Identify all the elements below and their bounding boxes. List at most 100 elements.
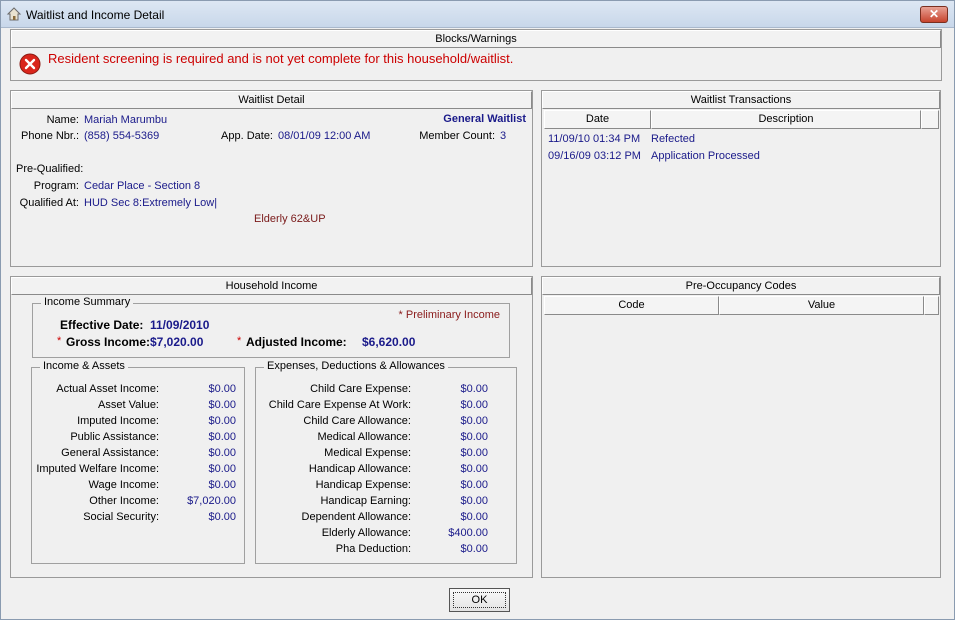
- column-value[interactable]: Value: [719, 296, 924, 315]
- transaction-date: 11/09/10 01:34 PM: [548, 133, 641, 145]
- expense-value: $0.00: [460, 415, 488, 427]
- column-code[interactable]: Code: [544, 296, 719, 315]
- effective-date-value: 11/09/2010: [150, 318, 210, 332]
- transaction-description: Application Processed: [651, 150, 760, 162]
- expense-value: $0.00: [460, 447, 488, 459]
- expenses-group: Expenses, Deductions & Allowances Child …: [255, 360, 517, 564]
- name-value: Mariah Marumbu: [84, 114, 168, 126]
- income-asset-value: $0.00: [208, 463, 236, 475]
- waitlist-transactions-panel: Waitlist Transactions Date Description 1…: [541, 90, 941, 267]
- effective-date-label: Effective Date:: [60, 318, 144, 332]
- expense-value: $0.00: [460, 431, 488, 443]
- income-asset-label: Actual Asset Income:: [56, 383, 159, 395]
- adjusted-income-value: $6,620.00: [362, 335, 416, 349]
- income-asset-label: General Assistance:: [61, 447, 159, 459]
- table-row[interactable]: 09/16/09 03:12 PM Application Processed: [548, 150, 928, 166]
- elderly-preference: Elderly 62&UP: [254, 213, 326, 225]
- expense-label: Medical Expense:: [324, 447, 411, 459]
- income-assets-title: Income & Assets: [40, 360, 128, 372]
- program-value: Cedar Place - Section 8: [84, 180, 201, 192]
- gross-income-label: Gross Income:: [66, 335, 151, 349]
- expense-label: Handicap Expense:: [315, 479, 411, 491]
- expense-label: Child Care Expense:: [310, 383, 411, 395]
- income-asset-value: $0.00: [208, 479, 236, 491]
- expense-label: Handicap Earning:: [320, 495, 411, 507]
- adjusted-income-label: Adjusted Income:: [246, 335, 347, 349]
- gross-income-star: *: [57, 335, 62, 347]
- ok-button[interactable]: OK: [449, 588, 510, 612]
- close-button[interactable]: ✕: [920, 6, 948, 23]
- income-assets-group: Income & Assets Actual Asset Income: $0.0…: [31, 360, 245, 564]
- income-asset-value: $0.00: [208, 415, 236, 427]
- column-description[interactable]: Description: [651, 110, 921, 129]
- waitlist-detail-panel: Waitlist Detail Name: Mariah Marumbu Gen…: [10, 90, 533, 267]
- column-filler: [921, 110, 939, 129]
- expense-label: Medical Allowance:: [317, 431, 411, 443]
- qualified-value: HUD Sec 8:Extremely Low|: [84, 197, 218, 209]
- income-asset-value: $0.00: [208, 447, 236, 459]
- income-asset-value: $0.00: [208, 511, 236, 523]
- phone-label: Phone Nbr.:: [21, 130, 80, 142]
- expense-label: Dependent Allowance:: [301, 511, 411, 523]
- name-label: Name:: [46, 114, 79, 126]
- preliminary-note: * Preliminary Income: [398, 309, 500, 321]
- home-icon: [6, 7, 22, 21]
- household-income-header: Household Income: [11, 277, 532, 295]
- close-icon: ✕: [928, 7, 940, 21]
- blocks-warnings-header: Blocks/Warnings: [11, 30, 941, 48]
- expense-value: $0.00: [460, 479, 488, 491]
- program-label: Program:: [33, 180, 79, 192]
- income-summary-group: Income Summary * Preliminary Income Effe…: [32, 296, 510, 358]
- app-date-label: App. Date:: [221, 130, 273, 142]
- gross-income-value: $7,020.00: [150, 335, 204, 349]
- expense-value: $0.00: [460, 399, 488, 411]
- income-asset-label: Asset Value:: [98, 399, 159, 411]
- expense-label: Elderly Allowance:: [321, 527, 411, 539]
- income-asset-label: Public Assistance:: [70, 431, 159, 443]
- expense-label: Child Care Allowance:: [303, 415, 411, 427]
- blocks-warnings-panel: Blocks/Warnings Resident screening is re…: [10, 29, 942, 81]
- income-summary-title: Income Summary: [41, 296, 134, 308]
- transaction-description: Refected: [651, 133, 696, 145]
- transactions-header: Waitlist Transactions: [542, 91, 940, 109]
- income-asset-label: Imputed Income:: [77, 415, 159, 427]
- household-income-panel: Household Income Income Summary * Prelim…: [10, 276, 533, 578]
- dialog-window: Waitlist and Income Detail ✕ Blocks/Warn…: [0, 0, 955, 620]
- app-date-value: 08/01/09 12:00 AM: [278, 130, 371, 142]
- title-bar[interactable]: Waitlist and Income Detail ✕: [1, 1, 954, 28]
- expenses-title: Expenses, Deductions & Allowances: [264, 360, 448, 372]
- table-row[interactable]: 11/09/10 01:34 PM Refected: [548, 133, 928, 149]
- column-filler: [924, 296, 939, 315]
- qualified-label: Qualified At:: [19, 197, 79, 209]
- column-date[interactable]: Date: [544, 110, 651, 129]
- income-asset-value: $0.00: [208, 383, 236, 395]
- expense-value: $0.00: [460, 511, 488, 523]
- income-asset-value: $0.00: [208, 399, 236, 411]
- waitlist-type: General Waitlist: [443, 113, 526, 125]
- transaction-date: 09/16/09 03:12 PM: [548, 150, 641, 162]
- income-asset-label: Imputed Welfare Income:: [36, 463, 159, 475]
- expense-value: $0.00: [460, 495, 488, 507]
- income-asset-label: Social Security:: [83, 511, 159, 523]
- member-count-value: 3: [500, 130, 507, 142]
- phone-value: (858) 554-5369: [84, 130, 160, 142]
- expense-label: Child Care Expense At Work:: [268, 399, 411, 411]
- prequalified-label: Pre-Qualified:: [16, 163, 84, 175]
- income-asset-label: Wage Income:: [88, 479, 159, 491]
- expense-value: $0.00: [460, 383, 488, 395]
- income-asset-label: Other Income:: [89, 495, 159, 507]
- expense-label: Handicap Allowance:: [308, 463, 411, 475]
- waitlist-detail-header: Waitlist Detail: [11, 91, 532, 109]
- income-asset-value: $0.00: [208, 431, 236, 443]
- preoccupancy-panel: Pre-Occupancy Codes Code Value: [541, 276, 941, 578]
- preoccupancy-header: Pre-Occupancy Codes: [542, 277, 940, 295]
- ok-label: OK: [471, 594, 488, 606]
- window-title: Waitlist and Income Detail: [26, 8, 165, 22]
- warning-message: Resident screening is required and is no…: [48, 51, 514, 66]
- member-count-label: Member Count:: [419, 130, 495, 142]
- income-asset-value: $7,020.00: [187, 495, 236, 507]
- error-icon: [19, 53, 41, 75]
- expense-value: $0.00: [460, 543, 488, 555]
- expense-label: Pha Deduction:: [335, 543, 411, 555]
- expense-value: $0.00: [460, 463, 488, 475]
